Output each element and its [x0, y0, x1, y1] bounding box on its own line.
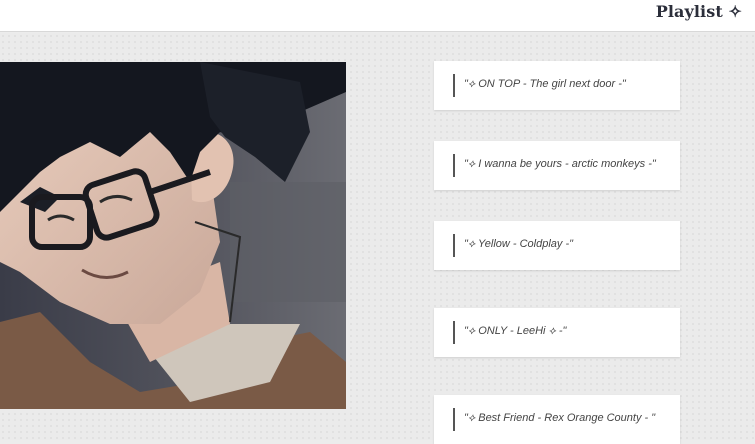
track-card[interactable]: "⟡ ON TOP - The girl next door -": [434, 61, 680, 110]
track-accent-bar: [453, 234, 455, 257]
track-accent-bar: [453, 74, 455, 97]
page-title: Playlist ✧: [655, 2, 742, 21]
track-title: "⟡ ON TOP - The girl next door -": [464, 78, 626, 90]
track-title: "⟡ I wanna be yours - arctic monkeys -": [464, 158, 656, 170]
track-accent-bar: [453, 408, 455, 431]
track-title: "⟡ Yellow - Coldplay -": [464, 238, 574, 250]
track-title: "⟡ ONLY - LeeHi ⟡ -": [464, 325, 567, 337]
track-accent-bar: [453, 154, 455, 177]
track-title: "⟡ Best Friend - Rex Orange County - ": [464, 412, 656, 424]
cover-artwork: [0, 62, 346, 409]
track-card[interactable]: "⟡ Best Friend - Rex Orange County - ": [434, 395, 680, 444]
content-area: "⟡ ON TOP - The girl next door -" "⟡ I w…: [0, 33, 755, 444]
track-card[interactable]: "⟡ Yellow - Coldplay -": [434, 221, 680, 270]
track-card[interactable]: "⟡ I wanna be yours - arctic monkeys -": [434, 141, 680, 190]
track-accent-bar: [453, 321, 455, 344]
track-card[interactable]: "⟡ ONLY - LeeHi ⟡ -": [434, 308, 680, 357]
top-bar: Playlist ✧: [0, 0, 755, 32]
